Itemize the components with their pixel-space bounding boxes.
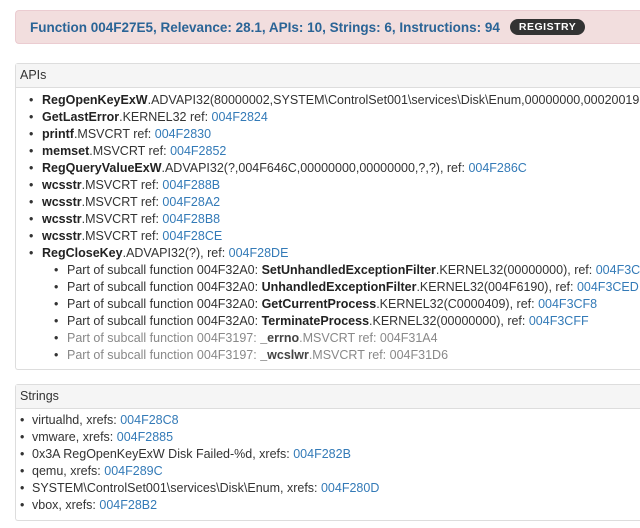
subcall-ref-link[interactable]: 004F31D6 <box>390 348 448 362</box>
api-item: RegQueryValueExW.ADVAPI32(?,004F646C,000… <box>29 160 640 177</box>
api-ref-link[interactable]: 004F2830 <box>155 127 211 141</box>
api-ref-link[interactable]: 004F2852 <box>170 144 226 158</box>
subcall-prefix: Part of subcall function 004F32A0: <box>67 314 262 328</box>
subcall-details: .MSVCRT ref: <box>308 348 390 362</box>
subcall-prefix: Part of subcall function 004F3197: <box>67 348 261 362</box>
subcall-prefix: Part of subcall function 004F3197: <box>67 331 261 345</box>
string-text: SYSTEM\ControlSet001\services\Disk\Enum,… <box>32 481 321 495</box>
apis-panel: APIs RegOpenKeyExW.ADVAPI32(80000002,SYS… <box>15 63 640 370</box>
api-item: wcsstr.MSVCRT ref: 004F288B <box>29 177 640 194</box>
function-title: Function 004F27E5, Relevance: 28.1, APIs… <box>30 19 500 35</box>
api-item: wcsstr.MSVCRT ref: 004F28A2 <box>29 194 640 211</box>
api-details: .MSVCRT ref: <box>81 229 163 243</box>
function-header: Function 004F27E5, Relevance: 28.1, APIs… <box>15 10 640 44</box>
subcall-details: .MSVCRT ref: <box>299 331 380 345</box>
subcall-api-name: _errno <box>260 331 300 345</box>
subcall-details: .KERNEL32(C0000409), ref: <box>376 297 539 311</box>
subcall-ref-link[interactable]: 004F3CE2 <box>596 263 640 277</box>
subcall-api-name: SetUnhandledExceptionFilter <box>261 263 436 277</box>
subcall-prefix: Part of subcall function 004F32A0: <box>67 280 262 294</box>
string-item: 0x3A RegOpenKeyExW Disk Failed-%d, xrefs… <box>20 446 640 463</box>
string-list: virtualhd, xrefs: 004F28C8 vmware, xrefs… <box>16 409 640 520</box>
api-item: RegCloseKey.ADVAPI32(?), ref: 004F28DE <box>29 245 640 262</box>
subcall-ref-link[interactable]: 004F3CF8 <box>538 297 597 311</box>
string-xref-link[interactable]: 004F280D <box>321 481 379 495</box>
apis-panel-heading: APIs <box>16 64 640 88</box>
subcall-api-name: _wcslwr <box>260 348 309 362</box>
subcall-item: Part of subcall function 004F32A0: GetCu… <box>54 296 640 313</box>
subcall-ref-link[interactable]: 004F3CFF <box>529 314 589 328</box>
api-name: memset <box>42 144 90 158</box>
subcall-prefix: Part of subcall function 004F32A0: <box>67 297 262 311</box>
api-details: .ADVAPI32(80000002,SYSTEM\ControlSet001\… <box>147 93 640 107</box>
string-text: vmware, xrefs: <box>32 430 117 444</box>
api-ref-link[interactable]: 004F28DE <box>229 246 289 260</box>
subcall-item: Part of subcall function 004F32A0: Unhan… <box>54 279 640 296</box>
api-name: RegQueryValueExW <box>42 161 162 175</box>
string-text: virtualhd, xrefs: <box>32 413 121 427</box>
subcall-list: Part of subcall function 004F32A0: SetUn… <box>16 262 640 369</box>
subcall-details: .KERNEL32(004F6190), ref: <box>416 280 577 294</box>
api-details: .ADVAPI32(?,004F646C,00000000,00000000,?… <box>161 161 469 175</box>
subcall-item: Part of subcall function 004F3197: _errn… <box>54 330 640 347</box>
api-details: .MSVCRT ref: <box>81 195 163 209</box>
subcall-item: Part of subcall function 004F3197: _wcsl… <box>54 347 640 364</box>
string-xref-link[interactable]: 004F28B2 <box>99 498 157 512</box>
string-item: vmware, xrefs: 004F2885 <box>20 429 640 446</box>
string-text: vbox, xrefs: <box>32 498 100 512</box>
api-details: .MSVCRT ref: <box>89 144 171 158</box>
string-xref-link[interactable]: 004F2885 <box>117 430 173 444</box>
string-item: SYSTEM\ControlSet001\services\Disk\Enum,… <box>20 480 640 497</box>
subcall-ref-link[interactable]: 004F3CED <box>577 280 639 294</box>
api-details: .MSVCRT ref: <box>81 212 163 226</box>
subcall-api-name: UnhandledExceptionFilter <box>261 280 417 294</box>
subcall-api-name: TerminateProcess <box>261 314 370 328</box>
string-text: 0x3A RegOpenKeyExW Disk Failed-%d, xrefs… <box>32 447 294 461</box>
api-ref-link[interactable]: 004F286C <box>468 161 526 175</box>
api-details: .MSVCRT ref: <box>73 127 155 141</box>
subcall-item: Part of subcall function 004F32A0: Termi… <box>54 313 640 330</box>
subcall-details: .KERNEL32(00000000), ref: <box>369 314 529 328</box>
api-item: GetLastError.KERNEL32 ref: 004F2824 <box>29 109 640 126</box>
api-details: .MSVCRT ref: <box>81 178 163 192</box>
subcall-api-name: GetCurrentProcess <box>261 297 377 311</box>
strings-panel: Strings virtualhd, xrefs: 004F28C8 vmwar… <box>15 384 640 521</box>
api-list: RegOpenKeyExW.ADVAPI32(80000002,SYSTEM\C… <box>16 88 640 262</box>
string-item: vbox, xrefs: 004F28B2 <box>20 497 640 514</box>
api-details: .KERNEL32 ref: <box>119 110 212 124</box>
api-name: RegOpenKeyExW <box>42 93 148 107</box>
api-name: wcsstr <box>42 195 82 209</box>
api-item: memset.MSVCRT ref: 004F2852 <box>29 143 640 160</box>
string-text: qemu, xrefs: <box>32 464 105 478</box>
api-ref-link[interactable]: 004F28A2 <box>162 195 220 209</box>
api-details: .ADVAPI32(?), ref: <box>122 246 229 260</box>
subcall-prefix: Part of subcall function 004F32A0: <box>67 263 262 277</box>
string-xref-link[interactable]: 004F289C <box>104 464 162 478</box>
api-item: wcsstr.MSVCRT ref: 004F28B8 <box>29 211 640 228</box>
subcall-details: .KERNEL32(00000000), ref: <box>435 263 596 277</box>
api-ref-link[interactable]: 004F28B8 <box>162 212 220 226</box>
string-item: qemu, xrefs: 004F289C <box>20 463 640 480</box>
api-name: GetLastError <box>42 110 120 124</box>
api-name: wcsstr <box>42 212 82 226</box>
api-item: wcsstr.MSVCRT ref: 004F28CE <box>29 228 640 245</box>
string-xref-link[interactable]: 004F282B <box>293 447 351 461</box>
subcall-item: Part of subcall function 004F32A0: SetUn… <box>54 262 640 279</box>
string-item: virtualhd, xrefs: 004F28C8 <box>20 412 640 429</box>
api-ref-link[interactable]: 004F2824 <box>212 110 268 124</box>
api-ref-link[interactable]: 004F28CE <box>162 229 222 243</box>
api-name: wcsstr <box>42 229 82 243</box>
string-xref-link[interactable]: 004F28C8 <box>120 413 178 427</box>
api-name: printf <box>42 127 74 141</box>
api-name: wcsstr <box>42 178 82 192</box>
api-item: RegOpenKeyExW.ADVAPI32(80000002,SYSTEM\C… <box>29 92 640 109</box>
subcall-ref-link[interactable]: 004F31A4 <box>380 331 438 345</box>
api-ref-link[interactable]: 004F288B <box>162 178 220 192</box>
strings-panel-heading: Strings <box>16 385 640 409</box>
api-item: printf.MSVCRT ref: 004F2830 <box>29 126 640 143</box>
api-name: RegCloseKey <box>42 246 123 260</box>
registry-badge: REGISTRY <box>509 19 586 35</box>
